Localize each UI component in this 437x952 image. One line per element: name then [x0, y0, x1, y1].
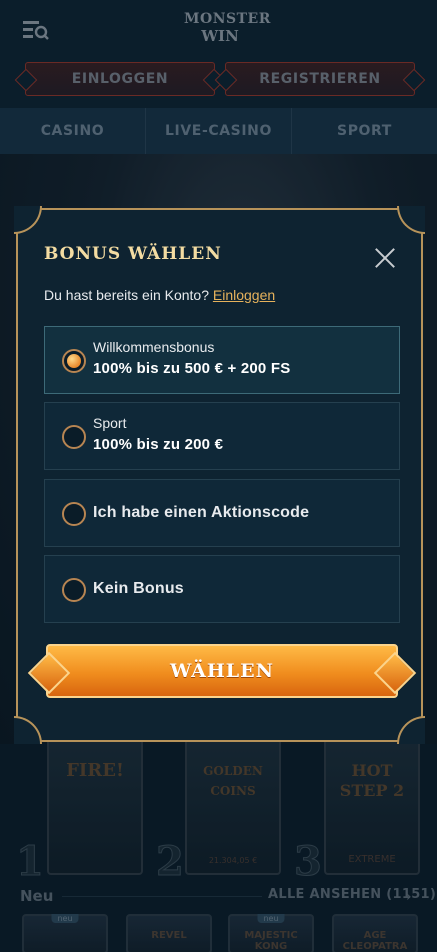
- choose-button-label: WÄHLEN: [169, 660, 275, 682]
- option-value: 100% bis zu 200 €: [93, 436, 224, 453]
- register-button[interactable]: REGISTRIEREN: [225, 62, 415, 96]
- bonus-option-promo-code[interactable]: Ich habe einen Aktionscode: [44, 479, 400, 547]
- frame-corner: [14, 206, 42, 234]
- nav-item-sport[interactable]: SPORT: [292, 108, 437, 154]
- logo-text-bottom: WIN: [201, 27, 239, 45]
- close-icon[interactable]: [374, 247, 396, 269]
- option-label: Kein Bonus: [93, 580, 184, 597]
- main-nav: CASINO LIVE-CASINO SPORT: [0, 108, 437, 154]
- account-prompt: Du hast bereits ein Konto? Einloggen: [44, 287, 275, 303]
- bonus-option-none[interactable]: Kein Bonus: [44, 555, 400, 623]
- bonus-option-sport[interactable]: Sport 100% bis zu 200 €: [44, 402, 400, 470]
- nav-item-casino[interactable]: CASINO: [0, 108, 146, 154]
- menu-search-icon[interactable]: [22, 18, 50, 40]
- account-prompt-text: Du hast bereits ein Konto?: [44, 287, 209, 303]
- header: MONSTER WIN EINLOGGEN REGISTRIEREN: [0, 0, 437, 108]
- bonus-modal: BONUS WÄHLEN Du hast bereits ein Konto? …: [14, 206, 425, 744]
- radio-button[interactable]: [62, 578, 86, 602]
- bonus-option-welcome[interactable]: Willkommensbonus 100% bis zu 500 € + 200…: [44, 326, 400, 394]
- option-value: 100% bis zu 500 € + 200 FS: [93, 360, 291, 377]
- radio-button-selected[interactable]: [62, 349, 86, 373]
- radio-button[interactable]: [62, 425, 86, 449]
- frame-corner: [397, 716, 425, 744]
- radio-button[interactable]: [62, 502, 86, 526]
- modal-title: BONUS WÄHLEN: [44, 244, 222, 264]
- frame-corner: [14, 716, 42, 744]
- nav-item-live-casino[interactable]: LIVE-CASINO: [146, 108, 292, 154]
- logo-text-top: MONSTER: [184, 11, 271, 27]
- login-button[interactable]: EINLOGGEN: [25, 62, 215, 96]
- frame-corner: [397, 206, 425, 234]
- logo[interactable]: MONSTER WIN: [184, 10, 271, 48]
- option-label: Willkommensbonus: [93, 339, 215, 355]
- option-label: Sport: [93, 415, 127, 431]
- option-label: Ich habe einen Aktionscode: [93, 504, 310, 521]
- login-link[interactable]: Einloggen: [213, 287, 275, 303]
- choose-bonus-button[interactable]: WÄHLEN: [46, 644, 398, 698]
